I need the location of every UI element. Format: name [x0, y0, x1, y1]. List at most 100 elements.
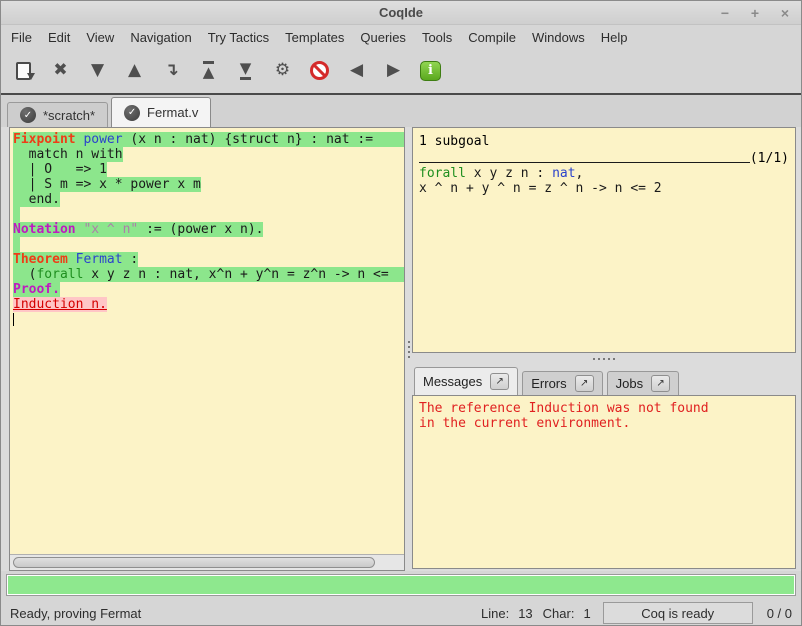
checkmark-icon: ✓	[20, 107, 36, 123]
go-to-cursor-button[interactable]: ↴	[153, 54, 190, 88]
splitter-grip-dot	[408, 346, 410, 348]
coq-status-box: Coq is ready	[603, 602, 753, 624]
tab-errors[interactable]: Errors↗	[522, 371, 602, 395]
detach-icon[interactable]: ↗	[575, 375, 594, 392]
code-token: Theorem	[13, 252, 68, 267]
horizontal-splitter[interactable]	[412, 353, 796, 365]
coqide-window: CoqIde − + × FileEditViewNavigationTry T…	[0, 0, 802, 626]
code-token: Notation	[13, 222, 76, 237]
menu-help[interactable]: Help	[593, 27, 636, 48]
splitter-grip-dot	[603, 358, 605, 360]
splitter-grip-dot	[608, 358, 610, 360]
tab-fermat-v[interactable]: ✓Fermat.v	[111, 97, 211, 127]
tab-messages[interactable]: Messages ↗	[414, 367, 518, 395]
close-buffer-icon: ✖	[53, 62, 67, 79]
menu-edit[interactable]: Edit	[40, 27, 78, 48]
fully-check-document-button[interactable]: ⚙	[264, 54, 301, 88]
save-button[interactable]	[5, 54, 42, 88]
line-highlight: Notation "x ^ n" := (power x n).	[13, 222, 263, 237]
menu-navigation[interactable]: Navigation	[122, 27, 199, 48]
code-token: Proof.	[13, 282, 60, 297]
restart-button[interactable]: ▲	[190, 54, 227, 88]
goal-token: x ^ n + y ^ n = z ^ n -> n <= 2	[419, 181, 662, 196]
menu-queries[interactable]: Queries	[352, 27, 414, 48]
restart-icon: ▲	[203, 61, 215, 80]
code-editor[interactable]: Fixpoint power (x n : nat) {struct n} : …	[10, 128, 404, 554]
goal-separator-line	[419, 162, 750, 163]
code-line: Notation "x ^ n" := (power x n).	[13, 222, 404, 237]
tab-label: *scratch*	[43, 108, 95, 123]
messages-panel: Messages↗Errors↗Jobs↗ The reference Indu…	[412, 365, 796, 571]
code-line: Proof.	[13, 282, 404, 297]
maximize-button[interactable]: +	[747, 5, 763, 21]
code-line: (forall x y z n : nat, x^n + y^n = z^n -…	[13, 267, 404, 282]
menu-windows[interactable]: Windows	[524, 27, 593, 48]
line-highlight: (forall x y z n : nat, x^n + y^n = z^n -…	[13, 267, 404, 282]
splitter-grip-dot	[613, 358, 615, 360]
code-line: | S m => x * power x m	[13, 177, 404, 192]
vertical-splitter[interactable]	[405, 127, 412, 571]
about-button[interactable]: i	[412, 54, 449, 88]
code-token: Fixpoint	[13, 132, 76, 147]
fully-check-document-icon: ⚙	[275, 62, 290, 79]
menu-templates[interactable]: Templates	[277, 27, 352, 48]
forward-one-command-button[interactable]: ▼	[79, 54, 116, 88]
next-occurrence-icon: ▶	[387, 62, 400, 79]
code-token: forall	[36, 267, 83, 282]
window-title: CoqIde	[379, 5, 423, 20]
scrollbar-thumb[interactable]	[13, 557, 375, 568]
tab-label: Messages	[423, 374, 482, 389]
code-token: (	[13, 267, 36, 282]
goals-pane[interactable]: 1 subgoal (1/1) forall x y z n : nat,x ^…	[412, 127, 796, 353]
toolbar: ✖▼▲↴▲▼⚙◀▶i	[1, 49, 801, 92]
goal-token: ,	[576, 166, 584, 181]
progress-bar	[6, 574, 796, 596]
code-token: :	[123, 252, 139, 267]
tab-scratch[interactable]: ✓ *scratch*	[7, 102, 108, 127]
line-highlight: Proof.	[13, 282, 60, 297]
go-to-end-button[interactable]: ▼	[227, 54, 264, 88]
char-label: Char:	[543, 606, 575, 621]
code-line: Fixpoint power (x n : nat) {struct n} : …	[13, 132, 404, 147]
menu-tools[interactable]: Tools	[414, 27, 460, 48]
code-line: | O => 1	[13, 162, 404, 177]
detach-icon[interactable]: ↗	[490, 373, 509, 390]
main-content: Fixpoint power (x n : nat) {struct n} : …	[1, 127, 801, 571]
close-button[interactable]: ×	[777, 5, 793, 21]
interrupt-button[interactable]	[301, 54, 338, 88]
status-text: Ready, proving Fermat	[10, 606, 141, 621]
goal-index: (1/1)	[750, 151, 789, 166]
messages-content[interactable]: The reference Induction was not foundin …	[412, 395, 796, 569]
detach-icon[interactable]: ↗	[651, 375, 670, 392]
code-line	[13, 312, 404, 327]
backward-one-command-button[interactable]: ▲	[116, 54, 153, 88]
goal-token: nat	[552, 166, 575, 181]
tab-jobs[interactable]: Jobs↗	[607, 371, 679, 395]
menu-compile[interactable]: Compile	[460, 27, 524, 48]
horizontal-scrollbar[interactable]	[10, 554, 404, 570]
script-pane: Fixpoint power (x n : nat) {struct n} : …	[9, 127, 405, 571]
code-line	[13, 207, 404, 222]
previous-occurrence-button[interactable]: ◀	[338, 54, 375, 88]
title-bar[interactable]: CoqIde − + ×	[1, 1, 801, 25]
next-occurrence-button[interactable]: ▶	[375, 54, 412, 88]
char-value: 1	[583, 606, 590, 621]
interrupt-icon	[310, 61, 329, 80]
menu-try-tactics[interactable]: Try Tactics	[200, 27, 277, 48]
close-buffer-button[interactable]: ✖	[42, 54, 79, 88]
code-token: := (power x n).	[138, 222, 263, 237]
menu-file[interactable]: File	[3, 27, 40, 48]
save-arrow-icon	[27, 73, 35, 80]
right-column: 1 subgoal (1/1) forall x y z n : nat,x ^…	[412, 127, 796, 571]
menu-view[interactable]: View	[78, 27, 122, 48]
minimize-button[interactable]: −	[717, 5, 733, 21]
goal-token: forall	[419, 166, 466, 181]
code-line	[13, 237, 404, 252]
code-token: (x n : nat) {struct n} : nat :=	[123, 132, 373, 147]
line-highlight	[13, 237, 20, 252]
code-line: match n with	[13, 147, 404, 162]
code-token: "x ^ n"	[83, 222, 138, 237]
message-line: The reference Induction was not found	[419, 401, 789, 416]
coq-status-text: Coq is ready	[641, 606, 714, 621]
menu-bar: FileEditViewNavigationTry TacticsTemplat…	[1, 25, 801, 49]
